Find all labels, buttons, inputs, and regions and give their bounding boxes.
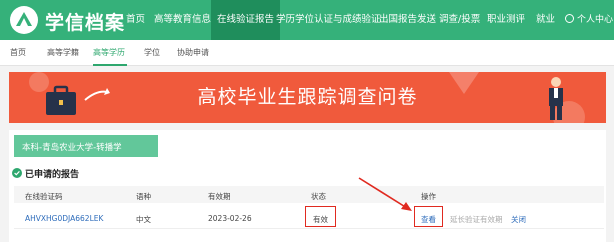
row-language: 中文 [136,215,151,224]
nav-online-verification[interactable]: 在线验证报告 [211,0,281,40]
check-circle-icon [12,168,22,178]
row-expiry: 2023-02-26 [208,214,252,223]
close-link[interactable]: 关闭 [511,214,526,225]
row-verification-code[interactable]: AHVXHG0DJA662LEK [25,214,103,223]
nav-overseas-report[interactable]: 出国报告发送 [379,0,436,40]
view-link[interactable]: 查看 [421,214,436,225]
subnav-assist-apply[interactable]: 协助申请 [177,40,209,66]
user-center[interactable]: 个人中心 [565,0,613,40]
row-divider [14,228,604,229]
logo-icon [10,6,38,34]
section-title: 已申请的报告 [25,170,80,180]
sub-nav: 首页 高等学籍 高等学历 学位 协助申请 [0,40,614,66]
nav-degree-certification[interactable]: 学历学位认证与成绩验证 [276,0,381,40]
annotation-arrow-icon [358,177,412,211]
subnav-home[interactable]: 首页 [10,40,26,66]
table-header [14,186,604,203]
th-expiry: 有效期 [208,192,231,201]
subnav-degree[interactable]: 学位 [144,40,160,66]
nav-survey[interactable]: 调查/投票 [439,0,480,40]
row-status: 有效 [313,215,328,224]
th-language: 语种 [136,192,151,201]
extend-validity-link[interactable]: 延长验证有效期 [450,214,503,225]
nav-higher-education[interactable]: 高等教育信息 [154,0,211,40]
education-tag-text: 本科-青岛农业大学-转播学 [22,143,122,153]
subnav-active-indicator [93,64,127,66]
top-nav: 学信档案 首页 高等教育信息 在线验证报告 学历学位认证与成绩验证 出国报告发送… [0,0,614,40]
th-actions: 操作 [421,192,436,201]
brand-name[interactable]: 学信档案 [45,8,125,35]
nav-career-test[interactable]: 职业测评 [487,0,525,40]
banner-title: 高校毕业生跟踪调查问卷 [197,86,418,108]
th-status: 状态 [311,192,326,201]
th-code: 在线验证码 [25,192,63,201]
user-center-label: 个人中心 [577,15,614,25]
nav-employment[interactable]: 就业 [536,0,555,40]
user-icon [565,14,574,23]
subnav-education[interactable]: 高等学历 [93,40,125,66]
businessman-icon [549,77,563,120]
survey-banner[interactable]: 高校毕业生跟踪调查问卷 [9,72,606,123]
nav-home[interactable]: 首页 [126,0,145,40]
subnav-student-status[interactable]: 高等学籍 [47,40,79,66]
